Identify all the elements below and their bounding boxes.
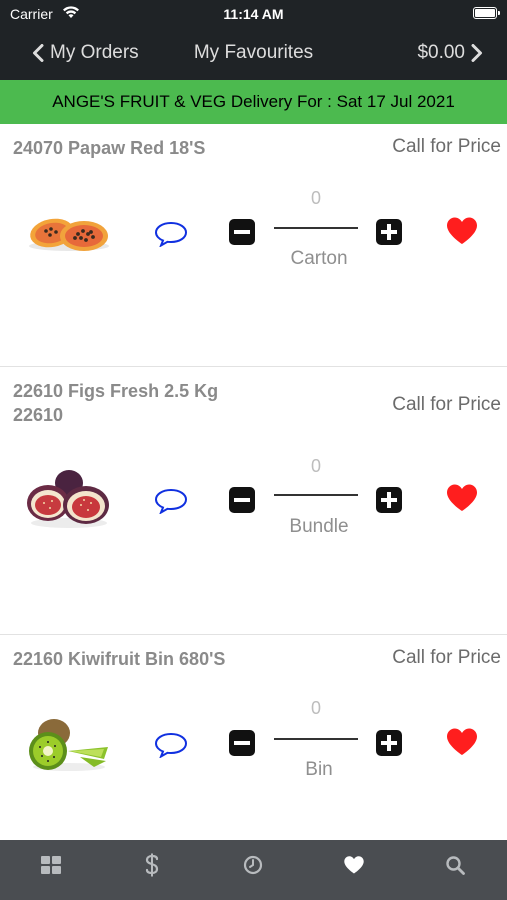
- cart-total-button[interactable]: $0.00: [417, 42, 483, 64]
- list-item: 24070 Papaw Red 18'S Call for Price 0 Ca…: [0, 124, 507, 367]
- product-price: Call for Price: [392, 136, 501, 157]
- tab-pricing[interactable]: [132, 852, 172, 878]
- product-name: 22610 Figs Fresh 2.5 Kg 22610: [13, 381, 219, 425]
- quantity-underline: [274, 738, 358, 740]
- unit-label: Bin: [305, 759, 333, 780]
- tab-search[interactable]: [435, 852, 475, 878]
- unit-label: Carton: [290, 248, 348, 269]
- comment-icon[interactable]: [154, 221, 188, 247]
- kiwifruit-image: [24, 709, 114, 779]
- heart-icon[interactable]: [445, 483, 479, 513]
- figs-image: [24, 465, 114, 535]
- product-name: 22160 Kiwifruit Bin 680'S: [13, 649, 226, 669]
- tab-bar: [0, 840, 507, 900]
- decrease-quantity-button[interactable]: [229, 219, 255, 245]
- list-item: 22160 Kiwifruit Bin 680'S Call for Price…: [0, 635, 507, 840]
- product-price: Call for Price: [392, 647, 501, 668]
- status-bar: Carrier 11:14 AM: [0, 0, 507, 28]
- increase-quantity-button[interactable]: [376, 487, 402, 513]
- decrease-quantity-button[interactable]: [229, 487, 255, 513]
- tab-categories[interactable]: [31, 852, 71, 878]
- tab-favourites[interactable]: [334, 852, 374, 878]
- comment-icon[interactable]: [154, 732, 188, 758]
- heart-icon[interactable]: [445, 216, 479, 246]
- quantity-underline: [274, 227, 358, 229]
- quantity-value[interactable]: 0: [274, 188, 358, 209]
- search-icon: [446, 856, 465, 875]
- tab-history[interactable]: [233, 852, 273, 878]
- delivery-banner-text: ANGE'S FRUIT & VEG Delivery For : Sat 17…: [52, 92, 455, 111]
- heart-icon[interactable]: [445, 727, 479, 757]
- chevron-right-icon: [471, 44, 482, 62]
- navigation-bar: My Orders My Favourites $0.00: [0, 28, 507, 80]
- decrease-quantity-button[interactable]: [229, 730, 255, 756]
- quantity-underline: [274, 494, 358, 496]
- increase-quantity-button[interactable]: [376, 730, 402, 756]
- unit-label: Bundle: [289, 516, 349, 537]
- quantity-value[interactable]: 0: [274, 456, 358, 477]
- grid-icon: [41, 856, 61, 874]
- heart-icon: [344, 856, 364, 874]
- clock-time: 11:14 AM: [223, 6, 284, 22]
- papaya-image: [24, 198, 114, 268]
- increase-quantity-button[interactable]: [376, 219, 402, 245]
- product-price: Call for Price: [392, 394, 501, 415]
- product-name: 24070 Papaw Red 18'S: [13, 138, 206, 158]
- dollar-icon: [145, 853, 159, 877]
- clock-icon: [243, 855, 263, 875]
- favourites-list[interactable]: 24070 Papaw Red 18'S Call for Price 0 Ca…: [0, 124, 507, 840]
- comment-icon[interactable]: [154, 488, 188, 514]
- list-item: 22610 Figs Fresh 2.5 Kg 22610 Call for P…: [0, 367, 507, 635]
- battery-icon: [473, 7, 500, 19]
- quantity-value[interactable]: 0: [274, 698, 358, 719]
- delivery-banner: ANGE'S FRUIT & VEG Delivery For : Sat 17…: [0, 80, 507, 124]
- cart-total-label: $0.00: [417, 42, 465, 63]
